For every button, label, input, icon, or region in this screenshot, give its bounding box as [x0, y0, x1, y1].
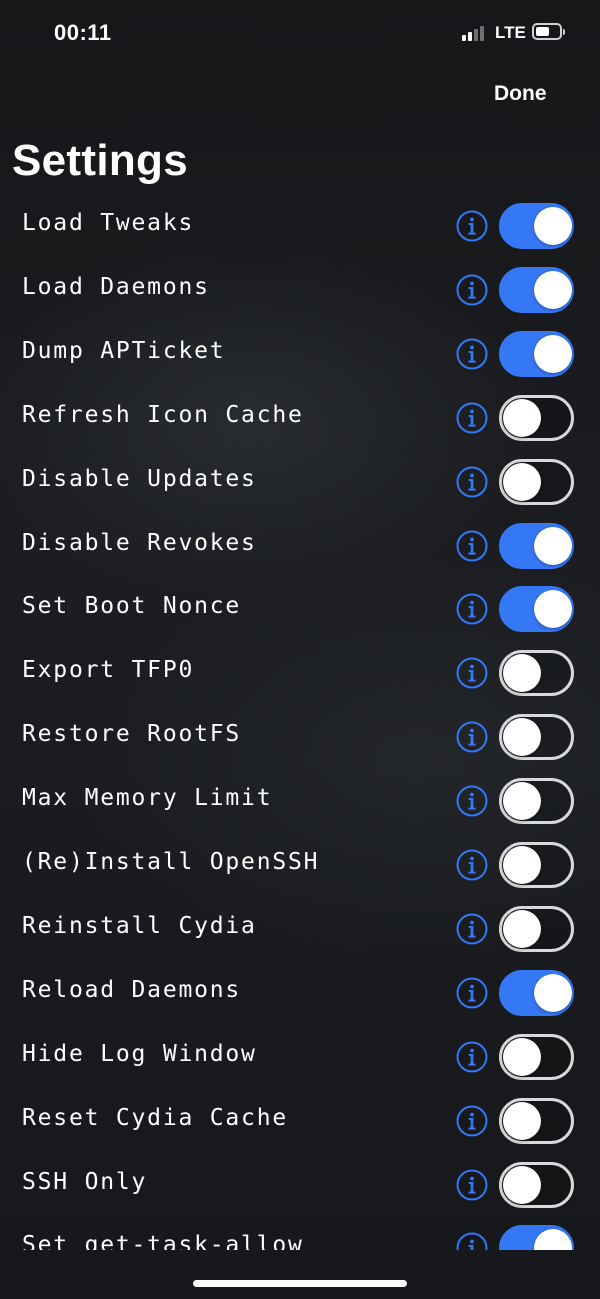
setting-row: Reinstall Cydia	[0, 898, 600, 962]
setting-label: Dump APTicket	[22, 337, 226, 364]
setting-label: Reinstall Cydia	[22, 912, 257, 939]
info-icon[interactable]	[456, 913, 488, 945]
toggle-knob	[534, 334, 572, 373]
info-icon[interactable]	[456, 1041, 488, 1073]
setting-row: Disable Updates	[0, 451, 600, 515]
setting-row: (Re)Install OpenSSH	[0, 834, 600, 898]
toggle-knob	[534, 590, 572, 629]
setting-toggle[interactable]	[499, 1161, 574, 1208]
cellular-signal-icon	[462, 25, 490, 41]
setting-label: Restore RootFS	[22, 721, 242, 748]
toggle-knob	[503, 909, 541, 948]
setting-label: SSH Only	[22, 1168, 148, 1195]
setting-row: Restore RootFS	[0, 706, 600, 770]
info-icon[interactable]	[456, 721, 488, 753]
setting-toggle[interactable]	[499, 266, 574, 313]
done-button[interactable]: Done	[494, 82, 547, 106]
setting-row: SSH Only	[0, 1154, 600, 1218]
toggle-knob	[503, 1165, 541, 1204]
setting-toggle[interactable]	[499, 778, 574, 825]
setting-label: (Re)Install OpenSSH	[22, 849, 320, 875]
toggle-knob	[503, 1101, 541, 1140]
setting-toggle[interactable]	[499, 714, 574, 761]
setting-toggle[interactable]	[499, 1033, 574, 1080]
info-icon[interactable]	[456, 657, 488, 689]
setting-row: Reload Daemons	[0, 962, 600, 1026]
info-icon[interactable]	[456, 274, 488, 306]
setting-label: Export TFP0	[22, 657, 195, 684]
setting-label: Set get-task-allow	[22, 1232, 304, 1250]
setting-label: Disable Updates	[22, 465, 257, 492]
info-icon[interactable]	[456, 785, 488, 817]
setting-toggle[interactable]	[499, 969, 574, 1016]
network-type: LTE	[495, 23, 526, 42]
setting-toggle[interactable]	[499, 905, 574, 952]
setting-label: Reset Cydia Cache	[22, 1104, 289, 1131]
toggle-knob	[534, 270, 572, 309]
info-icon[interactable]	[456, 1105, 488, 1137]
setting-row: Disable Revokes	[0, 515, 600, 579]
setting-toggle[interactable]	[499, 330, 574, 377]
info-icon[interactable]	[456, 466, 488, 498]
setting-toggle[interactable]	[499, 1225, 574, 1250]
setting-row: Set Boot Nonce	[0, 578, 600, 642]
setting-row: Reset Cydia Cache	[0, 1090, 600, 1154]
battery-icon	[532, 23, 562, 40]
setting-toggle[interactable]	[499, 586, 574, 633]
info-icon[interactable]	[456, 338, 488, 370]
info-icon[interactable]	[456, 210, 488, 242]
status-bar: 00:11 LTE	[0, 0, 600, 68]
setting-toggle[interactable]	[499, 394, 574, 441]
setting-label: Reload Daemons	[22, 976, 242, 1003]
info-icon[interactable]	[456, 530, 488, 562]
setting-label: Set Boot Nonce	[22, 593, 242, 620]
setting-row: Hide Log Window	[0, 1026, 600, 1090]
setting-label: Load Tweaks	[22, 210, 195, 236]
home-indicator[interactable]	[193, 1280, 407, 1287]
status-time: 00:11	[54, 20, 112, 45]
setting-toggle[interactable]	[499, 522, 574, 569]
toggle-knob	[503, 846, 541, 884]
info-icon[interactable]	[456, 977, 488, 1009]
setting-label: Load Daemons	[22, 273, 210, 300]
setting-row: Dump APTicket	[0, 323, 600, 387]
toggle-knob	[534, 973, 572, 1012]
setting-label: Disable Revokes	[22, 529, 257, 556]
info-icon[interactable]	[456, 849, 488, 881]
battery-fill	[536, 27, 549, 36]
setting-row: Export TFP0	[0, 642, 600, 706]
setting-row: Set get-task-allow	[0, 1217, 600, 1250]
page-title: Settings	[12, 136, 188, 185]
setting-label: Max Memory Limit	[22, 785, 273, 812]
setting-row: Refresh Icon Cache	[0, 387, 600, 451]
toggle-knob	[534, 1229, 572, 1250]
setting-label: Hide Log Window	[22, 1040, 257, 1067]
setting-toggle[interactable]	[499, 1097, 574, 1144]
setting-row: Max Memory Limit	[0, 770, 600, 834]
setting-label: Refresh Icon Cache	[22, 401, 304, 428]
info-icon[interactable]	[456, 593, 488, 625]
toggle-knob	[534, 207, 572, 245]
settings-list[interactable]: Load Tweaks Load Daemons Dump APTicket Refr…	[0, 195, 600, 1250]
setting-toggle[interactable]	[499, 650, 574, 697]
toggle-knob	[503, 398, 541, 437]
setting-toggle[interactable]	[499, 203, 574, 249]
toggle-knob	[503, 782, 541, 821]
toggle-knob	[503, 462, 541, 501]
info-icon[interactable]	[456, 402, 488, 434]
info-icon[interactable]	[456, 1232, 488, 1250]
info-icon[interactable]	[456, 1169, 488, 1201]
toggle-knob	[503, 654, 541, 693]
toggle-knob	[503, 1037, 541, 1076]
setting-toggle[interactable]	[499, 458, 574, 505]
toggle-knob	[503, 718, 541, 757]
setting-row: Load Tweaks	[0, 195, 600, 259]
setting-toggle[interactable]	[499, 842, 574, 888]
toggle-knob	[534, 526, 572, 565]
setting-row: Load Daemons	[0, 259, 600, 323]
battery-cap	[563, 29, 565, 35]
